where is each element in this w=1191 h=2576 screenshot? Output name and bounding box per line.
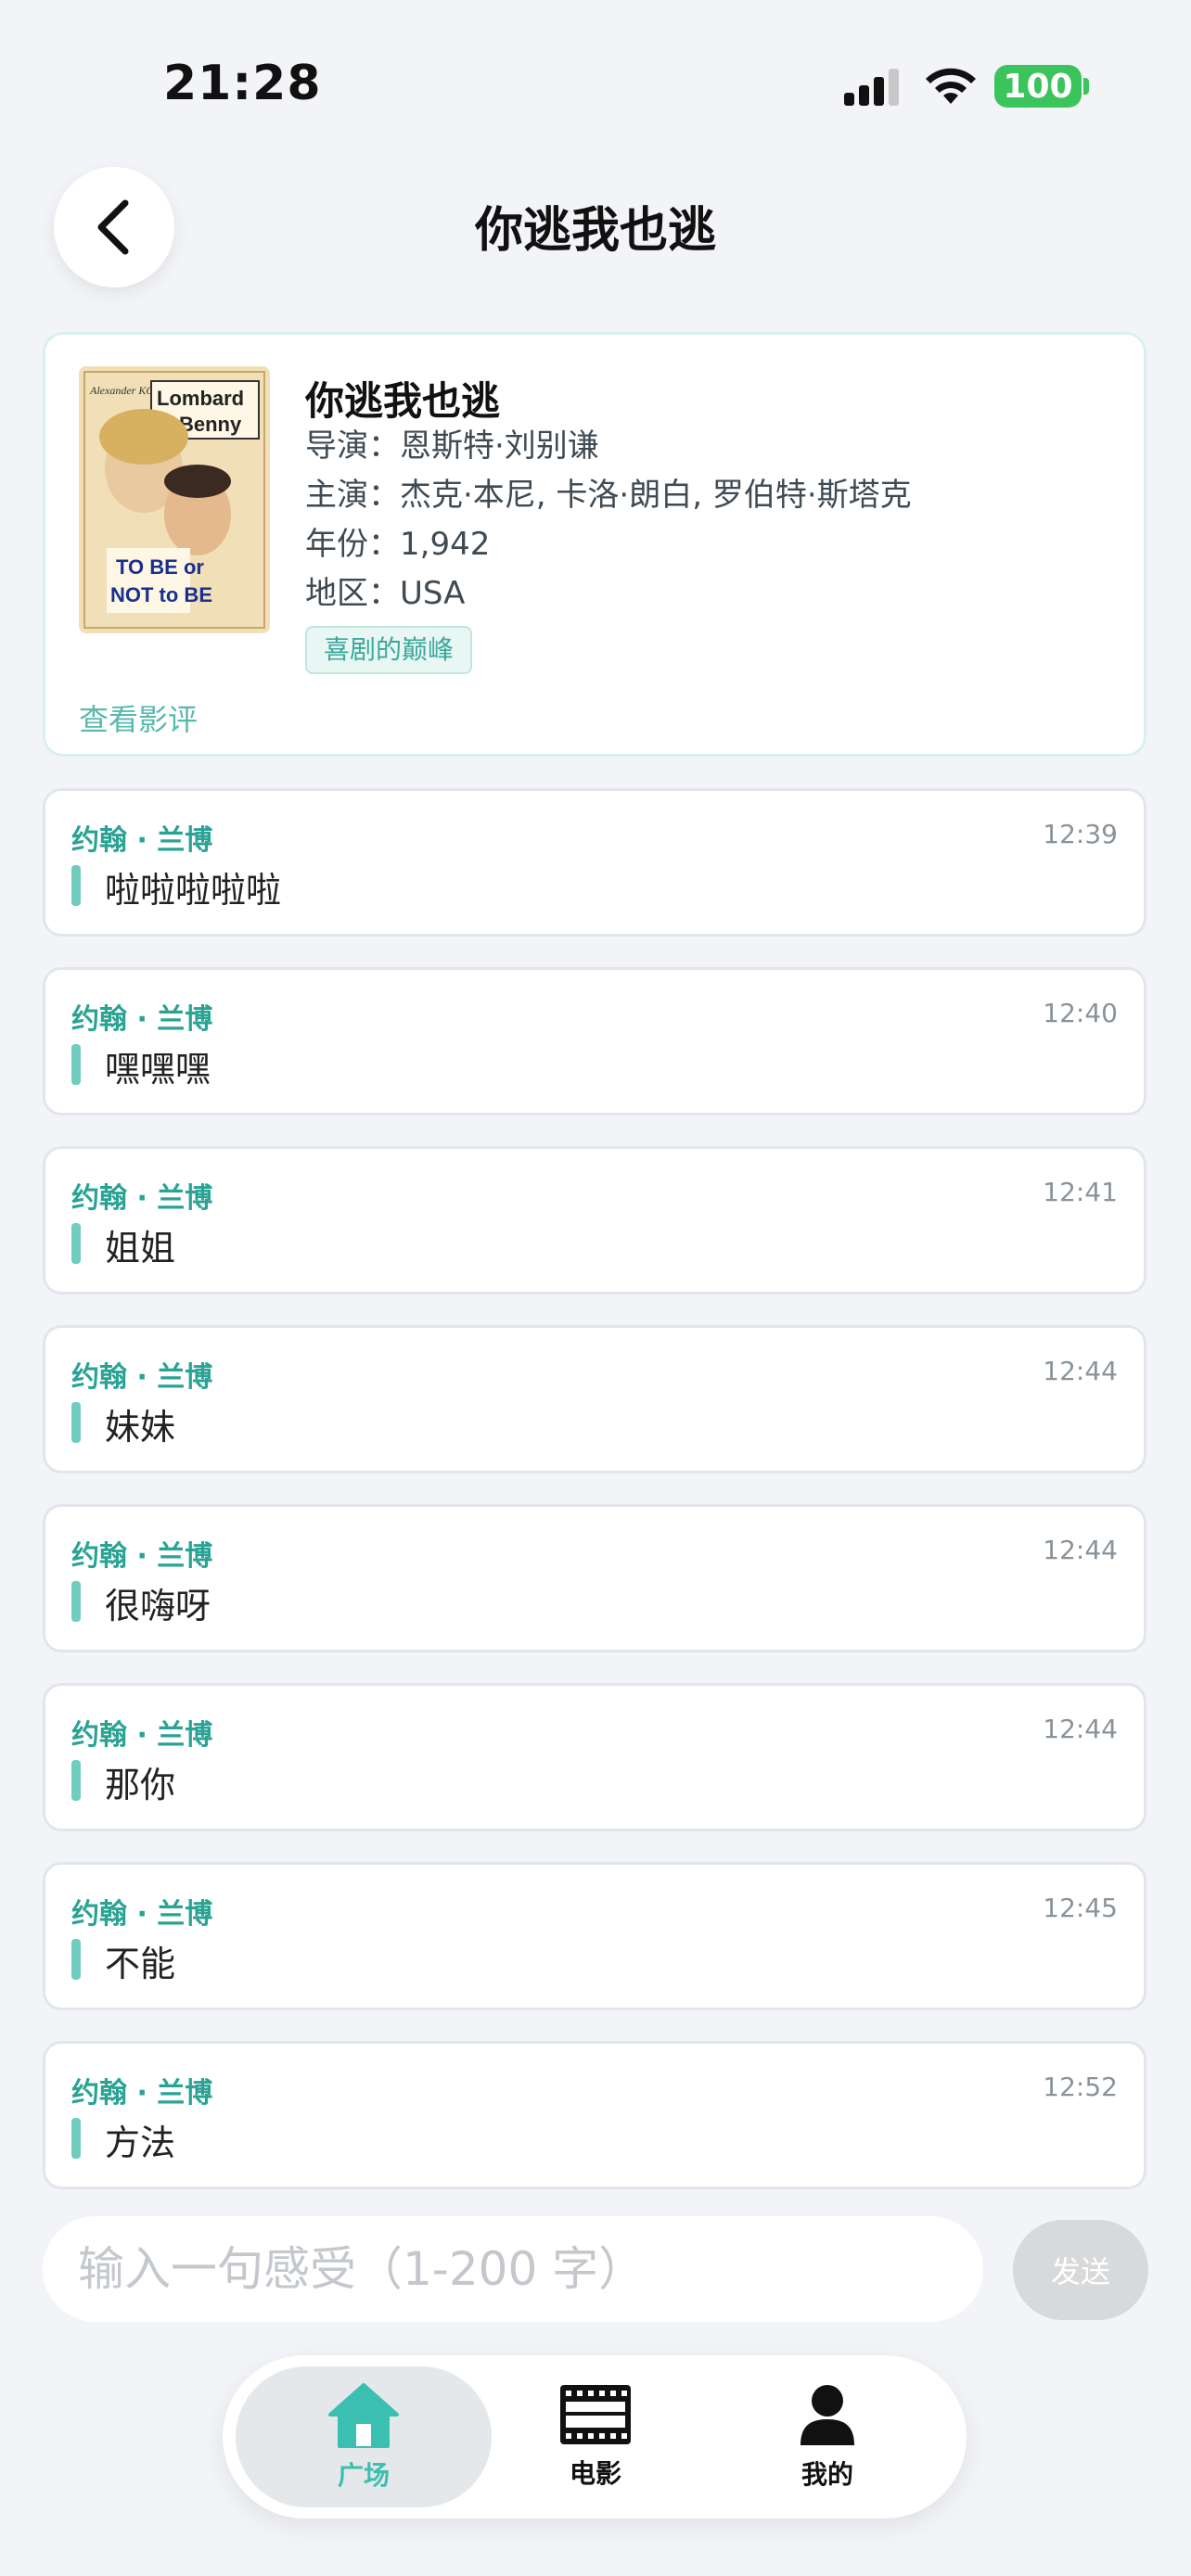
comment-author[interactable]: 约翰 · 兰博 — [71, 1175, 212, 1216]
poster-artwork: Alexander KORDA Lombard Benny TO BE or N… — [79, 366, 270, 633]
comment-time: 12:41 — [1043, 1177, 1118, 1207]
comment-time: 12:52 — [1043, 2072, 1118, 2102]
director-label: 导演： — [305, 427, 400, 465]
comment-card: 约翰 · 兰博 12:39 啦啦啦啦啦 — [43, 788, 1146, 937]
poster-name-2: Benny — [179, 413, 242, 436]
comment-author[interactable]: 约翰 · 兰博 — [71, 2070, 212, 2111]
tab-label: 我的 — [800, 2459, 853, 2490]
cast-value: 杰克·本尼, 卡洛·朗白, 罗伯特·斯塔克 — [400, 477, 912, 514]
year-label: 年份： — [305, 526, 400, 563]
movie-title: 你逃我也逃 — [305, 378, 501, 424]
comment-accent-bar — [71, 2118, 81, 2159]
region-value: USA — [400, 575, 466, 612]
comment-author[interactable]: 约翰 · 兰博 — [71, 1891, 212, 1932]
comment-accent-bar — [71, 1223, 81, 1264]
comment-text: 很嗨呀 — [105, 1586, 211, 1626]
comment-author[interactable]: 约翰 · 兰博 — [71, 817, 212, 858]
comment-time: 12:44 — [1043, 1356, 1118, 1386]
comment-card: 约翰 · 兰博 12:44 妹妹 — [43, 1325, 1146, 1473]
tab-label: 广场 — [337, 2460, 390, 2491]
poster-line-1: TO BE or — [116, 555, 204, 579]
comment-card: 约翰 · 兰博 12:44 那你 — [43, 1683, 1146, 1831]
comment-time: 12:44 — [1043, 1714, 1118, 1744]
page-title: 你逃我也逃 — [474, 203, 716, 259]
year-value: 1,942 — [400, 526, 491, 563]
comment-time: 12:39 — [1043, 819, 1118, 849]
comment-card: 约翰 · 兰博 12:52 方法 — [43, 2041, 1146, 2189]
comment-text: 嘿嘿嘿 — [105, 1049, 211, 1090]
send-button[interactable]: 发送 — [1013, 2220, 1148, 2320]
director-row: 导演：恩斯特·刘别谦 — [305, 422, 1121, 471]
home-icon — [328, 2383, 399, 2448]
movie-card: Alexander KORDA Lombard Benny TO BE or N… — [43, 332, 1146, 757]
comment-input-wrapper — [43, 2216, 983, 2322]
director-value: 恩斯特·刘别谦 — [400, 427, 599, 465]
comment-card: 约翰 · 兰博 12:40 嘿嘿嘿 — [43, 967, 1146, 1116]
comment-accent-bar — [71, 1760, 81, 1801]
comment-accent-bar — [71, 1402, 81, 1443]
comment-card: 约翰 · 兰博 12:41 姐姐 — [43, 1146, 1146, 1294]
tab-movies[interactable]: 电影 — [467, 2366, 724, 2507]
user-icon — [800, 2385, 854, 2445]
film-icon — [560, 2385, 631, 2444]
bottom-tab-bar: 广场 电影 我的 — [223, 2355, 967, 2519]
tab-mine[interactable]: 我的 — [699, 2366, 955, 2507]
comment-text: 啦啦啦啦啦 — [105, 870, 282, 911]
comment-time: 12:45 — [1043, 1893, 1118, 1923]
comment-author[interactable]: 约翰 · 兰博 — [71, 1712, 212, 1753]
comment-accent-bar — [71, 1939, 81, 1980]
comment-text: 那你 — [105, 1765, 176, 1805]
battery-icon: 100 — [994, 65, 1082, 108]
comment-text: 方法 — [105, 2123, 176, 2163]
cast-row: 主演：杰克·本尼, 卡洛·朗白, 罗伯特·斯塔克 — [305, 471, 1121, 520]
comment-time: 12:40 — [1043, 998, 1118, 1028]
tab-plaza[interactable]: 广场 — [236, 2366, 492, 2507]
comment-text: 妹妹 — [105, 1407, 176, 1447]
comment-time: 12:44 — [1043, 1535, 1118, 1565]
comment-accent-bar — [71, 1581, 81, 1622]
movie-poster[interactable]: Alexander KORDA Lombard Benny TO BE or N… — [79, 366, 270, 633]
cast-label: 主演： — [305, 477, 400, 514]
view-review-link[interactable]: 查看影评 — [79, 696, 198, 739]
wifi-icon — [926, 68, 976, 104]
region-row: 地区：USA — [305, 569, 1121, 618]
signal-icon — [844, 69, 899, 106]
comment-author[interactable]: 约翰 · 兰博 — [71, 1354, 212, 1395]
poster-line-2: NOT to BE — [110, 583, 212, 606]
status-bar: 21:28 100 — [0, 0, 1191, 139]
comment-input[interactable] — [76, 2241, 983, 2297]
comment-text: 姐姐 — [105, 1228, 176, 1269]
comment-card: 约翰 · 兰博 12:44 很嗨呀 — [43, 1504, 1146, 1652]
comment-card: 约翰 · 兰博 12:45 不能 — [43, 1862, 1146, 2010]
tab-label: 电影 — [569, 2458, 621, 2489]
comment-accent-bar — [71, 1044, 81, 1085]
region-label: 地区： — [305, 575, 400, 612]
poster-name-1: Lombard — [157, 387, 244, 410]
comment-author[interactable]: 约翰 · 兰博 — [71, 996, 212, 1037]
comment-text: 不能 — [105, 1944, 176, 1984]
comment-accent-bar — [71, 865, 81, 906]
year-row: 年份：1,942 — [305, 520, 1121, 569]
status-time: 21:28 — [163, 56, 322, 111]
comment-author[interactable]: 约翰 · 兰博 — [71, 1533, 212, 1574]
movie-info: 你逃我也逃 导演：恩斯特·刘别谦 主演：杰克·本尼, 卡洛·朗白, 罗伯特·斯塔… — [305, 366, 1121, 674]
battery-nub — [1083, 78, 1089, 95]
genre-tag[interactable]: 喜剧的巅峰 — [305, 626, 473, 674]
